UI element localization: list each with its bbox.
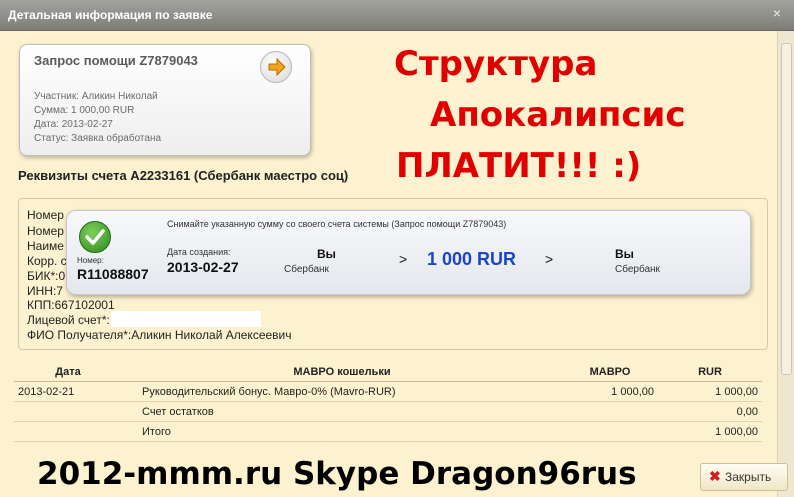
watermark-text: 2012-mmm.ru Skype Dragon96rus: [37, 456, 637, 492]
transfer-date-label: Дата создания:: [167, 247, 231, 257]
table-cell: 2013-02-21: [14, 381, 122, 402]
request-title: Запрос помощи Z7879043: [34, 53, 198, 68]
transfer-from-bank: Сбербанк: [284, 264, 329, 275]
mavro-table: Дата МАВРО кошельки МАВРО RUR 2013-02-21…: [14, 362, 762, 442]
requisite-row: Корр. с: [27, 254, 67, 268]
column-header-date: Дата: [14, 362, 122, 382]
table-row: Счет остатков 0,00: [14, 401, 762, 422]
transfer-number: R11088807: [77, 266, 149, 282]
request-status: Статус: Заявка обработана: [34, 133, 162, 144]
close-icon[interactable]: ×: [770, 6, 784, 20]
transfer-from-name: Вы: [317, 247, 336, 261]
requisite-row: Номер: [27, 224, 64, 238]
redacted-account: [111, 311, 261, 327]
table-cell: [562, 401, 658, 422]
transfer-amount: 1 000 RUR: [427, 249, 517, 269]
request-amount: Сумма: 1 000,00 RUR: [34, 105, 135, 116]
table-cell: 1 000,00: [658, 421, 762, 442]
table-cell: 0,00: [658, 401, 762, 422]
table-row: Итого 1 000,00: [14, 421, 762, 442]
transfer-to-name: Вы: [615, 247, 634, 261]
requisite-row: КПП:667102001: [27, 298, 115, 312]
close-button[interactable]: ✖ Закрыть: [700, 463, 788, 491]
scrollbar-thumb[interactable]: [781, 43, 792, 375]
window-title: Детальная информация по заявке: [8, 8, 213, 22]
table-cell: [14, 421, 122, 442]
request-date: Дата: 2013-02-27: [34, 119, 113, 130]
table-cell: Счет остатков: [122, 401, 562, 422]
table-cell: 1 000,00: [562, 381, 658, 402]
column-header-wallets: МАВРО кошельки: [122, 362, 562, 382]
requisite-row: Лицевой счет*:: [27, 313, 110, 327]
requisite-row: Наиме: [27, 239, 64, 253]
close-icon: ✖: [709, 468, 721, 484]
table-cell: Руководительский бонус. Мавро-0% (Mavro-…: [122, 381, 562, 402]
column-header-mavro: МАВРО: [562, 362, 658, 382]
transfer-date: 2013-02-27: [167, 259, 239, 275]
overlay-text-line3: ПЛАТИТ!!! :): [396, 146, 642, 186]
table-row: 2013-02-21 Руководительский бонус. Мавро…: [14, 381, 762, 402]
requisite-row: БИК*:0: [27, 269, 66, 283]
requisite-row: Номер: [27, 208, 64, 222]
table-cell: [562, 421, 658, 442]
requisite-row: ФИО Получателя*:Аликин Николай Алексееви…: [27, 328, 292, 342]
overlay-text-line2: Апокалипсис: [430, 95, 686, 135]
window-titlebar: Детальная информация по заявке ×: [0, 0, 794, 31]
transfer-separator: >: [399, 251, 408, 267]
requisite-row: ИНН:7: [27, 284, 63, 298]
checkmark-icon: [79, 221, 111, 253]
transfer-description: Снимайте указанную сумму со своего счета…: [167, 219, 507, 229]
arrow-right-icon[interactable]: [260, 51, 292, 83]
request-participant: Участник: Аликин Николай: [34, 91, 158, 102]
table-cell: [14, 401, 122, 422]
transfer-number-label: Номер:: [77, 256, 104, 265]
requisites-title: Реквизиты счета A2233161 (Сбербанк маест…: [18, 168, 349, 183]
request-card: Запрос помощи Z7879043 Участник: Аликин …: [19, 44, 311, 156]
transfer-separator: >: [545, 251, 554, 267]
transfer-to-bank: Сбербанк: [615, 264, 660, 275]
vertical-scrollbar[interactable]: [777, 31, 794, 497]
column-header-rur: RUR: [658, 362, 762, 382]
table-header-row: Дата МАВРО кошельки МАВРО RUR: [14, 362, 762, 382]
overlay-text-line1: Структура: [394, 44, 598, 84]
transfer-popup: Снимайте указанную сумму со своего счета…: [66, 210, 751, 295]
table-cell: Итого: [122, 421, 562, 442]
close-button-label: Закрыть: [725, 470, 772, 484]
table-cell: 1 000,00: [658, 381, 762, 402]
